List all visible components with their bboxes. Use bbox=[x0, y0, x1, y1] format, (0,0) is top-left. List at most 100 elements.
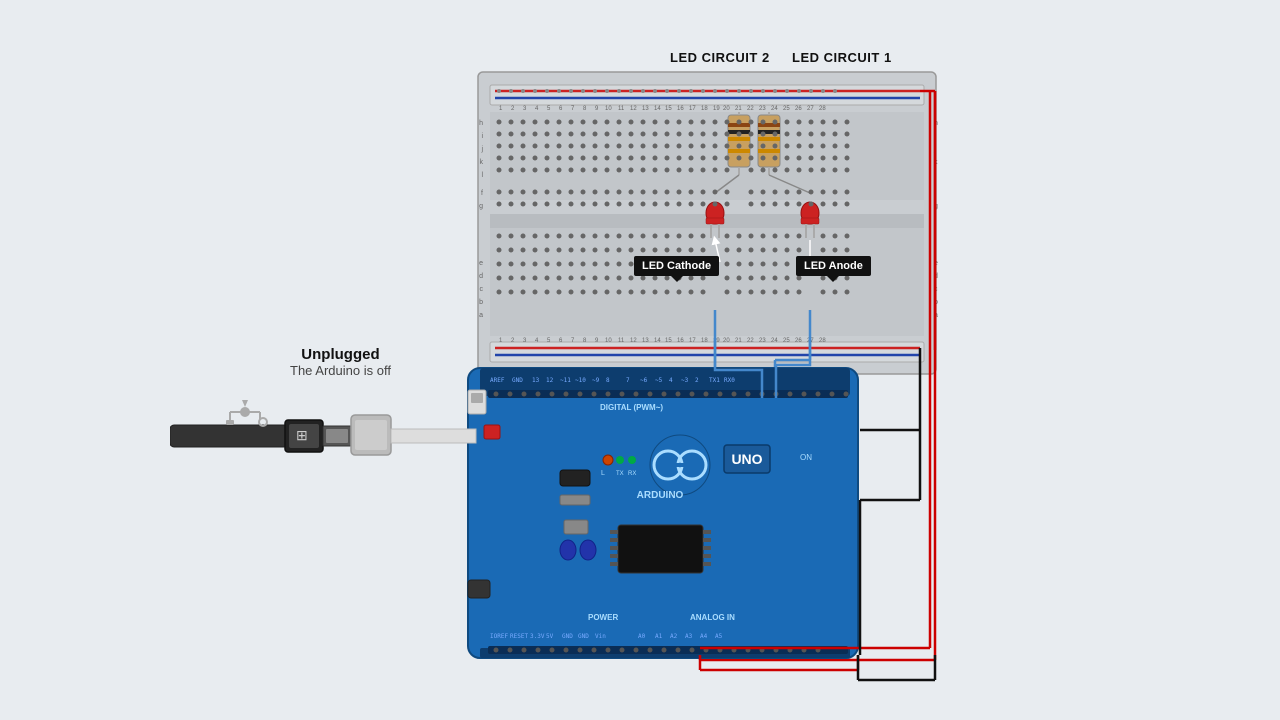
svg-text:16: 16 bbox=[677, 106, 684, 112]
svg-text:~11: ~11 bbox=[560, 377, 571, 384]
svg-text:RX: RX bbox=[628, 471, 636, 477]
svg-text:12: 12 bbox=[630, 106, 637, 112]
svg-text:POWER: POWER bbox=[588, 613, 618, 622]
svg-text:g: g bbox=[934, 203, 938, 210]
svg-text:a: a bbox=[934, 312, 938, 319]
svg-text:g: g bbox=[479, 203, 483, 210]
svg-text:23: 23 bbox=[759, 106, 766, 112]
usb-cable-svg: ⊞ bbox=[170, 400, 480, 480]
svg-text:18: 18 bbox=[701, 338, 708, 344]
svg-text:26: 26 bbox=[795, 106, 802, 112]
svg-text:UNO: UNO bbox=[731, 451, 762, 467]
svg-text:23: 23 bbox=[759, 338, 766, 344]
svg-text:13: 13 bbox=[642, 338, 649, 344]
svg-text:a: a bbox=[479, 312, 483, 319]
svg-text:8: 8 bbox=[583, 106, 587, 112]
svg-text:~3: ~3 bbox=[681, 377, 689, 384]
svg-text:13: 13 bbox=[532, 377, 540, 384]
svg-text:11: 11 bbox=[618, 106, 625, 112]
svg-text:24: 24 bbox=[771, 106, 778, 112]
svg-text:j: j bbox=[480, 146, 483, 153]
svg-text:TX: TX bbox=[616, 471, 624, 477]
svg-text:5: 5 bbox=[547, 338, 551, 344]
svg-text:e: e bbox=[479, 260, 483, 267]
svg-text:IOREF: IOREF bbox=[490, 633, 508, 640]
svg-text:4: 4 bbox=[669, 377, 673, 384]
svg-text:21: 21 bbox=[735, 338, 742, 344]
svg-text:DIGITAL (PWM~): DIGITAL (PWM~) bbox=[600, 403, 663, 412]
svg-text:~6: ~6 bbox=[640, 377, 648, 384]
svg-text:AREF: AREF bbox=[490, 377, 505, 384]
svg-text:13: 13 bbox=[642, 106, 649, 112]
svg-text:f: f bbox=[481, 190, 483, 197]
svg-text:ON: ON bbox=[800, 453, 812, 462]
svg-text:9: 9 bbox=[595, 106, 599, 112]
svg-text:7: 7 bbox=[626, 377, 630, 384]
svg-text:10: 10 bbox=[605, 338, 612, 344]
svg-text:A0: A0 bbox=[638, 633, 646, 640]
svg-text:k: k bbox=[934, 159, 938, 166]
svg-text:GND: GND bbox=[512, 377, 523, 384]
svg-text:A5: A5 bbox=[715, 633, 723, 640]
unplugged-subtitle: The Arduino is off bbox=[290, 363, 391, 378]
svg-text:k: k bbox=[480, 159, 484, 166]
svg-text:2: 2 bbox=[511, 106, 515, 112]
svg-text:26: 26 bbox=[795, 338, 802, 344]
svg-text:j: j bbox=[933, 146, 936, 153]
svg-text:L: L bbox=[601, 470, 605, 477]
svg-text:A3: A3 bbox=[685, 633, 693, 640]
svg-text:14: 14 bbox=[654, 338, 661, 344]
svg-text:RESET: RESET bbox=[510, 633, 528, 640]
svg-text:20: 20 bbox=[723, 338, 730, 344]
svg-text:24: 24 bbox=[771, 338, 778, 344]
svg-text:ARDUINO: ARDUINO bbox=[637, 490, 684, 501]
svg-text:c: c bbox=[934, 286, 938, 293]
svg-text:21: 21 bbox=[735, 106, 742, 112]
svg-text:15: 15 bbox=[665, 106, 672, 112]
circuit1-label: LED CIRCUIT 1 bbox=[792, 50, 892, 65]
svg-text:A2: A2 bbox=[670, 633, 678, 640]
svg-text:15: 15 bbox=[665, 338, 672, 344]
svg-text:12: 12 bbox=[630, 338, 637, 344]
svg-text:14: 14 bbox=[654, 106, 661, 112]
svg-text:1: 1 bbox=[499, 338, 503, 344]
svg-text:~10: ~10 bbox=[575, 377, 586, 384]
svg-text:17: 17 bbox=[689, 106, 696, 112]
svg-text:~5: ~5 bbox=[655, 377, 663, 384]
svg-text:2: 2 bbox=[695, 377, 699, 384]
svg-text:A4: A4 bbox=[700, 633, 708, 640]
svg-text:l: l bbox=[481, 172, 483, 179]
svg-text:1: 1 bbox=[499, 106, 503, 112]
svg-text:h: h bbox=[479, 120, 483, 127]
svg-text:4: 4 bbox=[535, 106, 539, 112]
unplugged-label: Unplugged The Arduino is off bbox=[290, 346, 391, 378]
svg-text:22: 22 bbox=[747, 106, 754, 112]
svg-text:TX1: TX1 bbox=[709, 377, 720, 384]
svg-text:Vin: Vin bbox=[595, 633, 606, 640]
svg-text:5: 5 bbox=[547, 106, 551, 112]
svg-text:18: 18 bbox=[701, 106, 708, 112]
svg-text:25: 25 bbox=[783, 106, 790, 112]
svg-text:i: i bbox=[934, 133, 936, 140]
svg-text:GND: GND bbox=[578, 633, 589, 640]
svg-text:28: 28 bbox=[819, 338, 826, 344]
svg-text:i: i bbox=[481, 133, 483, 140]
led-cathode-label: LED Cathode bbox=[634, 256, 719, 276]
svg-text:6: 6 bbox=[559, 338, 563, 344]
svg-text:8: 8 bbox=[606, 377, 610, 384]
svg-text:GND: GND bbox=[562, 633, 573, 640]
svg-text:d: d bbox=[479, 273, 483, 280]
svg-text:b: b bbox=[479, 299, 483, 306]
svg-text:19: 19 bbox=[713, 338, 720, 344]
svg-text:6: 6 bbox=[559, 106, 563, 112]
svg-text:c: c bbox=[480, 286, 484, 293]
svg-text:19: 19 bbox=[713, 106, 720, 112]
svg-text:3: 3 bbox=[523, 338, 527, 344]
svg-text:A1: A1 bbox=[655, 633, 663, 640]
unplugged-title: Unplugged bbox=[290, 346, 391, 363]
svg-text:10: 10 bbox=[605, 106, 612, 112]
svg-text:27: 27 bbox=[807, 338, 814, 344]
svg-text:d: d bbox=[934, 273, 938, 280]
svg-text:5V: 5V bbox=[546, 633, 554, 640]
svg-text:4: 4 bbox=[535, 338, 539, 344]
